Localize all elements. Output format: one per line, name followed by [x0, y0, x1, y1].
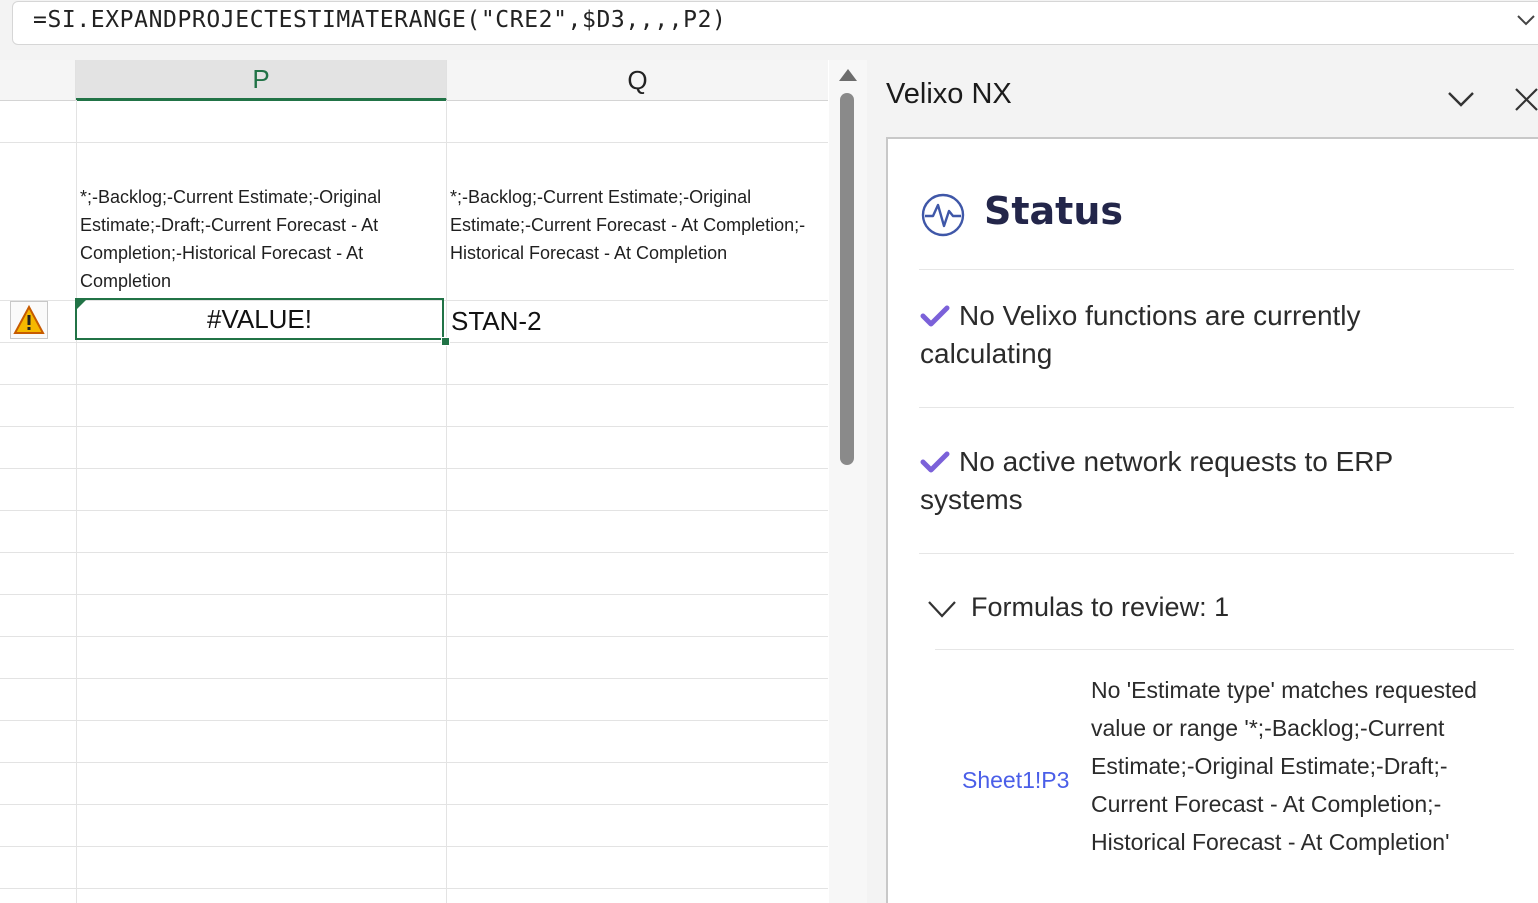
status-message-text: No Velixo functions are currently calcul… [920, 300, 1361, 369]
column-divider [446, 100, 447, 903]
row-divider [0, 762, 828, 763]
row-divider [0, 552, 828, 553]
row-divider [0, 342, 828, 343]
status-message-calculating: No Velixo functions are currently calcul… [920, 297, 1440, 373]
activity-pulse-icon [921, 193, 965, 237]
checkmark-icon [920, 305, 950, 327]
formula-bar-area: =SI.EXPANDPROJECTESTIMATERANGE("CRE2",$D… [0, 0, 1538, 60]
row-divider [0, 426, 828, 427]
scrollbar-thumb[interactable] [840, 93, 854, 465]
formula-bar[interactable]: =SI.EXPANDPROJECTESTIMATERANGE("CRE2",$D… [12, 1, 1538, 45]
review-cell-link[interactable]: Sheet1!P3 [962, 767, 1069, 794]
chevron-down-icon[interactable] [1514, 8, 1538, 32]
row-divider [0, 678, 828, 679]
row-divider [0, 142, 828, 143]
row-divider [0, 636, 828, 637]
formula-text[interactable]: =SI.EXPANDPROJECTESTIMATERANGE("CRE2",$D… [33, 7, 726, 33]
divider [935, 649, 1514, 650]
pane-title: Velixo NX [886, 78, 1012, 110]
cell-p3-value: #VALUE! [206, 303, 312, 334]
row-divider [0, 510, 828, 511]
warning-icon [13, 305, 45, 334]
review-error-message: No 'Estimate type' matches requested val… [1091, 677, 1477, 855]
column-header-q[interactable]: Q [447, 60, 828, 101]
row-divider [0, 804, 828, 805]
chevron-down-icon[interactable] [927, 598, 957, 620]
row-divider [0, 846, 828, 847]
formulas-to-review-toggle[interactable]: Formulas to review: 1 [971, 592, 1229, 623]
cell-q2[interactable]: *;-Backlog;-Current Estimate;-Original E… [450, 183, 820, 267]
row-divider [0, 720, 828, 721]
column-header-p[interactable]: P [76, 60, 447, 101]
column-divider [76, 100, 77, 903]
fill-handle[interactable] [441, 337, 450, 346]
status-message-network: No active network requests to ERP system… [920, 443, 1440, 519]
row-divider [0, 888, 828, 889]
row-divider [0, 468, 828, 469]
chevron-down-icon[interactable] [1446, 86, 1476, 110]
checkmark-icon [920, 451, 950, 473]
row-divider [0, 594, 828, 595]
status-heading: Status [984, 189, 1124, 233]
error-indicator-triangle [77, 300, 86, 309]
worksheet-grid[interactable]: P Q *;-Backlog;-Current Estimate;-Origin… [0, 60, 828, 903]
row-divider [0, 384, 828, 385]
divider [919, 553, 1514, 554]
divider [919, 407, 1514, 408]
close-icon[interactable] [1513, 86, 1538, 111]
scroll-up-arrow-icon[interactable] [838, 68, 858, 82]
select-all-corner[interactable] [0, 60, 76, 101]
cell-p3-selected[interactable]: #VALUE! [75, 298, 444, 340]
cell-q3[interactable]: STAN-2 [451, 300, 542, 342]
cell-p2[interactable]: *;-Backlog;-Current Estimate;-Original E… [80, 183, 442, 295]
status-message-text: No active network requests to ERP system… [920, 446, 1393, 515]
divider [919, 269, 1514, 270]
error-check-button[interactable] [10, 301, 48, 339]
